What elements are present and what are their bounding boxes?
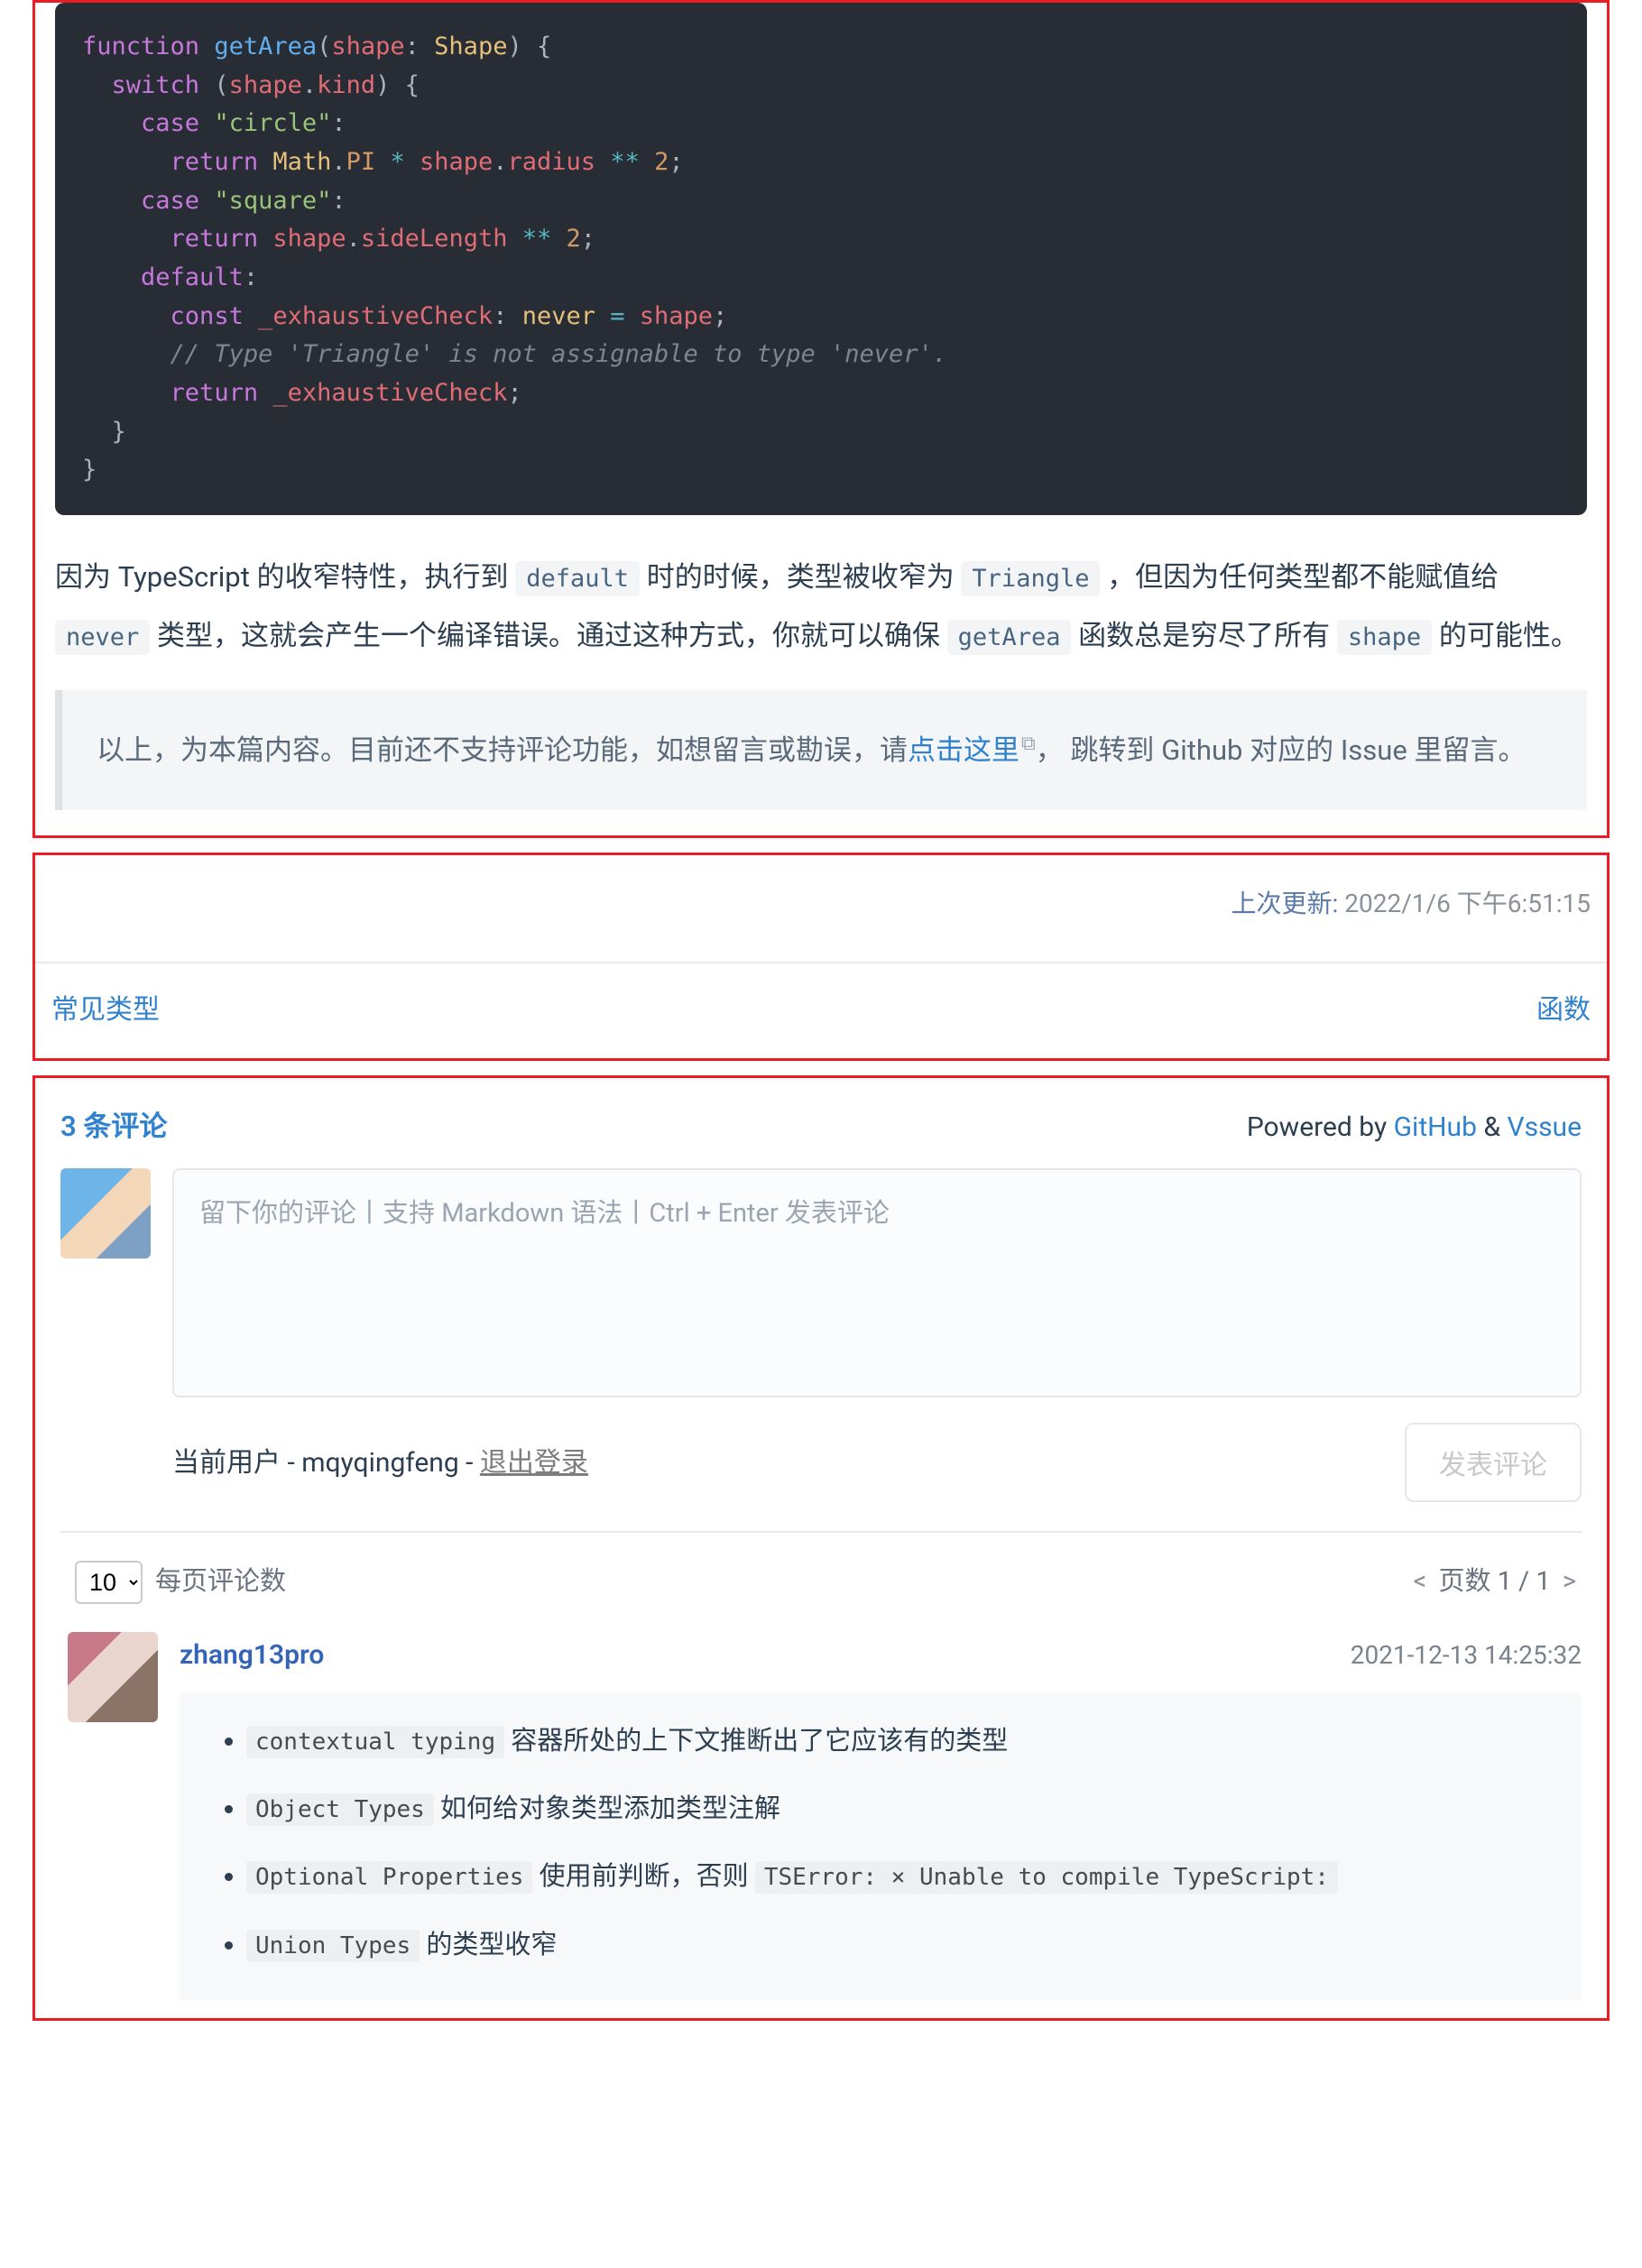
- comment-bullet: contextual typing 容器所处的上下文推断出了它应该有的类型: [246, 1719, 1551, 1764]
- inline-code: getArea: [947, 620, 1072, 655]
- inline-code: contextual typing: [246, 1726, 504, 1758]
- note-text: 以上，为本篇内容。目前还不支持评论功能，如想留言或勘误，请: [97, 733, 908, 767]
- text: 的可能性。: [1439, 619, 1579, 652]
- text: -: [459, 1447, 480, 1479]
- text: 函数总是穷尽了所有: [1078, 619, 1337, 652]
- inline-code: Triangle: [961, 561, 1100, 596]
- comments-section: 3 条评论 Powered by GitHub & Vssue 当前用户 - m…: [32, 1075, 1610, 2021]
- current-user-info: 当前用户 - mqyqingfeng - 退出登录: [172, 1440, 588, 1486]
- comment-bullet: Union Types 的类型收窄: [246, 1923, 1551, 1968]
- pager-position: 1 / 1: [1498, 1566, 1551, 1597]
- comment-bullet: Object Types 如何给对象类型添加类型注解: [246, 1787, 1551, 1831]
- pager-next[interactable]: >: [1563, 1566, 1576, 1597]
- per-page-label: 每页评论数: [155, 1560, 286, 1604]
- footer-note: 以上，为本篇内容。目前还不支持评论功能，如想留言或勘误，请点击这里⧉， 跳转到 …: [55, 690, 1587, 810]
- text: 时的时候，类型被收窄为: [647, 560, 962, 594]
- prev-page-link[interactable]: 常见类型: [51, 987, 160, 1033]
- last-updated-value: 2022/1/6 下午6:51:15: [1344, 889, 1591, 918]
- last-updated: 上次更新: 2022/1/6 下午6:51:15: [35, 855, 1607, 935]
- code-block: function getArea(shape: Shape) { switch …: [55, 3, 1587, 515]
- text: Powered by: [1247, 1111, 1394, 1143]
- text: 当前用户 -: [172, 1447, 301, 1479]
- inline-code: Object Types: [246, 1793, 434, 1826]
- github-link[interactable]: GitHub: [1394, 1111, 1477, 1143]
- issue-link[interactable]: 点击这里⧉: [908, 733, 1036, 767]
- page-meta-section: 上次更新: 2022/1/6 下午6:51:15 常见类型 函数: [32, 853, 1610, 1061]
- last-updated-label: 上次更新:: [1232, 889, 1339, 918]
- inline-code: Optional Properties: [246, 1861, 532, 1894]
- text: 页数: [1438, 1566, 1497, 1597]
- explainer-paragraph: 因为 TypeScript 的收窄特性，执行到 default 时的时候，类型被…: [55, 548, 1587, 665]
- external-link-icon: ⧉: [1021, 733, 1036, 755]
- inline-code: Union Types: [246, 1930, 420, 1962]
- inline-code: TSError: × Unable to compile TypeScript:: [755, 1861, 1338, 1894]
- vssue-link[interactable]: Vssue: [1507, 1111, 1582, 1143]
- comment-author-link[interactable]: zhang13pro: [180, 1632, 324, 1678]
- text: 因为 TypeScript 的收窄特性，执行到: [55, 560, 515, 594]
- next-page-link[interactable]: 函数: [1536, 987, 1591, 1033]
- note-text: ， 跳转到 Github 对应的 Issue 里留言。: [1036, 733, 1527, 767]
- divider: [35, 962, 1607, 963]
- logout-link[interactable]: 退出登录: [480, 1447, 588, 1479]
- submit-comment-button[interactable]: 发表评论: [1405, 1423, 1582, 1502]
- current-username: mqyqingfeng: [301, 1447, 459, 1479]
- text: 类型，这就会产生一个编译错误。通过这种方式，你就可以确保: [157, 619, 947, 652]
- text: ，但因为任何类型都不能赋值给: [1107, 560, 1499, 594]
- divider: [60, 1531, 1582, 1533]
- comment-item: zhang13pro 2021-12-13 14:25:32 contextual …: [35, 1632, 1607, 2018]
- comment-bullet: Optional Properties 使用前判断，否则 TSError: × …: [246, 1855, 1551, 1899]
- inline-code: shape: [1337, 620, 1432, 655]
- powered-by: Powered by GitHub & Vssue: [1247, 1104, 1582, 1150]
- comment-avatar: [68, 1632, 158, 1722]
- current-user-avatar: [60, 1168, 151, 1258]
- article-section: function getArea(shape: Shape) { switch …: [32, 0, 1610, 838]
- comment-list: zhang13pro 2021-12-13 14:25:32 contextual …: [35, 1632, 1607, 2018]
- per-page-select[interactable]: 10: [75, 1561, 143, 1604]
- comment-content: contextual typing 容器所处的上下文推断出了它应该有的类型 Obj…: [180, 1692, 1582, 2000]
- text: &: [1477, 1111, 1508, 1143]
- pager: < 页数 1 / 1 >: [1408, 1560, 1582, 1604]
- inline-code: default: [515, 561, 640, 596]
- comment-time: 2021-12-13 14:25:32: [1351, 1634, 1582, 1677]
- inline-code: never: [55, 620, 150, 655]
- comment-textarea[interactable]: [172, 1168, 1582, 1397]
- pager-prev[interactable]: <: [1414, 1566, 1427, 1597]
- comments-count: 3 条评论: [60, 1103, 167, 1151]
